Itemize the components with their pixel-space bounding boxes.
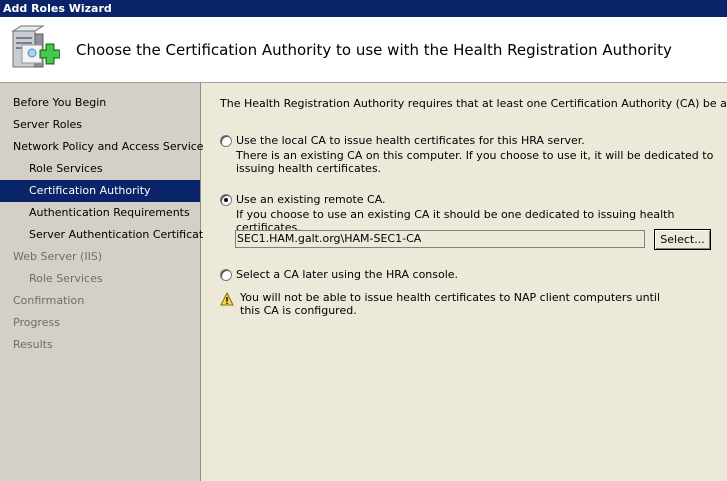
nav-step-certification-authority[interactable]: Certification Authority [0, 180, 200, 202]
nav-step-before-you-begin[interactable]: Before You Begin [0, 92, 200, 114]
page-title: Choose the Certification Authority to us… [76, 41, 672, 59]
nav-step-results: Results [13, 338, 53, 351]
intro-text: The Health Registration Authority requir… [220, 97, 727, 110]
option-select-later-label[interactable]: Select a CA later using the HRA console. [236, 268, 458, 281]
select-ca-button[interactable]: Select... [654, 229, 711, 250]
ca-name-field: SEC1.HAM.galt.org\HAM-SEC1-CA [235, 230, 645, 248]
option-local-ca-label[interactable]: Use the local CA to issue health certifi… [236, 134, 585, 147]
option-remote-ca-label[interactable]: Use an existing remote CA. [236, 193, 386, 206]
nav-step-server-authentication-certificate[interactable]: Server Authentication Certificate [0, 224, 210, 246]
wizard-content: The Health Registration Authority requir… [203, 83, 727, 481]
radio-local-ca[interactable] [220, 135, 232, 147]
window-title: Add Roles Wizard [0, 0, 727, 17]
nav-step-authentication-requirements[interactable]: Authentication Requirements [0, 202, 200, 224]
nav-step-web-server: Web Server (IIS) [13, 250, 103, 263]
nav-step-role-services[interactable]: Role Services [0, 158, 200, 180]
nav-step-network-policy[interactable]: Network Policy and Access Services [0, 136, 209, 158]
radio-remote-ca[interactable] [220, 194, 232, 206]
nav-step-confirmation: Confirmation [13, 294, 85, 307]
nav-step-web-role-services: Role Services [29, 272, 103, 285]
option-local-ca-description: There is an existing CA on this computer… [236, 149, 714, 175]
radio-select-later[interactable] [220, 269, 232, 281]
warning-message: You will not be able to issue health cer… [240, 291, 661, 317]
wizard-header: Choose the Certification Authority to us… [0, 17, 727, 83]
nav-step-progress: Progress [13, 316, 60, 329]
nav-step-server-roles[interactable]: Server Roles [0, 114, 200, 136]
warning-icon [220, 292, 234, 306]
server-add-icon [11, 25, 60, 68]
wizard-steps-nav: Before You Begin Server Roles Network Po… [0, 83, 210, 481]
